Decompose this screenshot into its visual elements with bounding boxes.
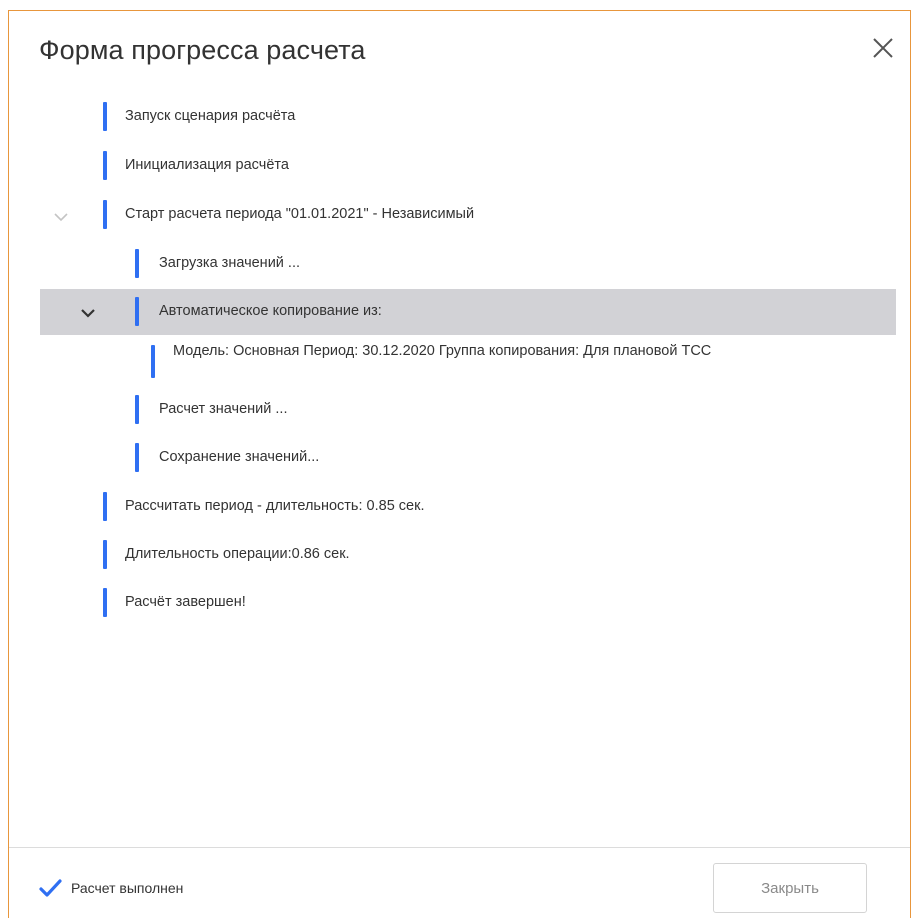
progress-log: Запуск сценария расчёта Инициализация ра… [9,93,896,629]
log-row-text: Модель: Основная Период: 30.12.2020 Груп… [173,343,712,359]
status-indicator: Расчет выполнен [39,877,183,899]
log-level-bar [135,249,139,278]
log-row: Расчёт завершен! [9,581,896,629]
log-level-bar [135,395,139,424]
log-row: Загрузка значений ... [9,240,896,289]
log-level-bar [135,297,139,326]
log-row-text: Длительность операции:0.86 сек. [125,546,350,562]
log-row-text: Запуск сценария расчёта [125,108,296,124]
log-row: Инициализация расчёта [9,142,896,191]
log-level-bar [103,540,107,569]
log-row-text: Старт расчета периода "01.01.2021" - Нез… [125,206,475,222]
log-row-text: Сохранение значений... [159,449,320,465]
log-row-text: Расчет значений ... [159,401,288,417]
log-level-bar [103,588,107,617]
log-row: Модель: Основная Период: 30.12.2020 Груп… [9,335,896,389]
log-level-bar [151,345,155,378]
chevron-down-icon[interactable] [80,308,96,318]
dialog-title: Форма прогресса расчета [39,35,366,65]
log-row: Сохранение значений... [9,437,896,485]
log-level-bar [103,200,107,229]
log-row: Запуск сценария расчёта [9,93,896,142]
log-row-text: Автоматическое копирование из: [159,303,382,319]
log-row: Длительность операции:0.86 сек. [9,533,896,581]
log-level-bar [103,492,107,521]
progress-dialog: Форма прогресса расчета Запуск сценария … [8,10,911,918]
footer-divider [9,847,910,848]
chevron-down-icon[interactable] [53,212,69,222]
log-row: Расчет значений ... [9,389,896,437]
close-button[interactable]: Закрыть [713,863,867,913]
log-row-selected[interactable]: Автоматическое копирование из: [40,289,896,335]
log-row[interactable]: Старт расчета периода "01.01.2021" - Нез… [9,191,896,240]
log-row-text: Загрузка значений ... [159,255,301,271]
log-level-bar [103,102,107,131]
log-row: Рассчитать период - длительность: 0.85 с… [9,485,896,533]
log-row-text: Рассчитать период - длительность: 0.85 с… [125,498,425,514]
close-icon[interactable] [870,35,896,61]
checkmark-icon [39,879,62,897]
log-level-bar [135,443,139,472]
log-row-text: Инициализация расчёта [125,157,289,173]
log-level-bar [103,151,107,180]
log-row-text: Расчёт завершен! [125,594,246,610]
status-text: Расчет выполнен [71,880,184,896]
